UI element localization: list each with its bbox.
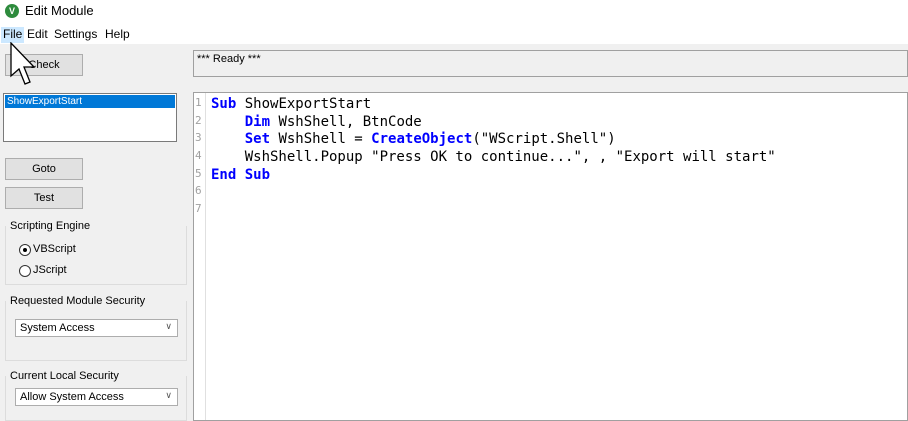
list-item[interactable]: ShowExportStart bbox=[5, 95, 175, 108]
chevron-down-icon[interactable]: ∨ bbox=[165, 390, 172, 401]
code-text: ShowExportStart bbox=[236, 96, 372, 112]
code-text: ("WScript.Shell") bbox=[472, 131, 616, 147]
jscript-label: JScript bbox=[33, 264, 67, 276]
function-name: CreateObject bbox=[371, 131, 473, 147]
code-line: Set WshShell = CreateObject("WScript.She… bbox=[211, 131, 616, 147]
code-text: WshShell.Popup "Press OK to continue..."… bbox=[244, 149, 776, 165]
requested-security-select[interactable]: System Access ∨ bbox=[15, 319, 178, 337]
local-security-value: Allow System Access bbox=[20, 391, 124, 403]
requested-security-label: Requested Module Security bbox=[10, 295, 146, 307]
mouse-pointer-icon bbox=[10, 42, 36, 85]
keyword: Sub bbox=[211, 96, 237, 112]
radio-checked-icon[interactable] bbox=[19, 244, 31, 256]
radio-unchecked-icon[interactable] bbox=[19, 265, 31, 277]
keyword: Dim bbox=[244, 114, 271, 130]
menu-help[interactable]: Help bbox=[105, 27, 130, 43]
keyword: Set bbox=[244, 131, 271, 147]
code-text: WshShell, BtnCode bbox=[270, 114, 422, 130]
window-title: Edit Module bbox=[25, 3, 94, 18]
keyword: Sub bbox=[236, 167, 271, 183]
test-button[interactable]: Test bbox=[5, 187, 83, 209]
code-text: WshShell = bbox=[270, 131, 372, 147]
scripting-engine-group bbox=[5, 226, 187, 285]
local-security-select[interactable]: Allow System Access ∨ bbox=[15, 388, 178, 406]
line-number: 6 bbox=[195, 184, 202, 197]
menu-settings[interactable]: Settings bbox=[54, 27, 97, 43]
code-line: End Sub bbox=[211, 167, 270, 183]
line-number: 7 bbox=[195, 202, 202, 215]
scripting-engine-label: Scripting Engine bbox=[10, 220, 91, 232]
menu-bar: File Edit Settings Help bbox=[0, 24, 908, 44]
code-line: Sub ShowExportStart bbox=[211, 96, 371, 112]
module-list[interactable]: ShowExportStart bbox=[3, 93, 177, 142]
line-number: 2 bbox=[195, 114, 202, 127]
line-number-gutter: 1 2 3 4 5 6 7 bbox=[194, 93, 206, 420]
local-security-label: Current Local Security bbox=[10, 370, 119, 382]
chevron-down-icon[interactable]: ∨ bbox=[165, 321, 172, 332]
code-line: WshShell.Popup "Press OK to continue..."… bbox=[211, 149, 776, 165]
vbscript-label: VBScript bbox=[33, 243, 76, 255]
requested-security-value: System Access bbox=[20, 322, 95, 334]
menu-edit[interactable]: Edit bbox=[27, 27, 48, 43]
goto-button[interactable]: Goto bbox=[5, 158, 83, 180]
line-number: 1 bbox=[195, 96, 202, 109]
line-number: 4 bbox=[195, 149, 202, 162]
keyword: End bbox=[211, 167, 237, 183]
title-bar: V Edit Module bbox=[0, 0, 908, 24]
code-editor[interactable]: 1 2 3 4 5 6 7 Sub ShowExportStart Dim Ws… bbox=[193, 92, 908, 421]
status-box: *** Ready *** bbox=[193, 50, 908, 77]
app-logo-icon: V bbox=[5, 4, 19, 18]
code-line: Dim WshShell, BtnCode bbox=[211, 114, 422, 130]
line-number: 5 bbox=[195, 167, 202, 180]
menu-file[interactable]: File bbox=[1, 27, 25, 43]
status-text: *** Ready *** bbox=[197, 53, 261, 65]
line-number: 3 bbox=[195, 131, 202, 144]
